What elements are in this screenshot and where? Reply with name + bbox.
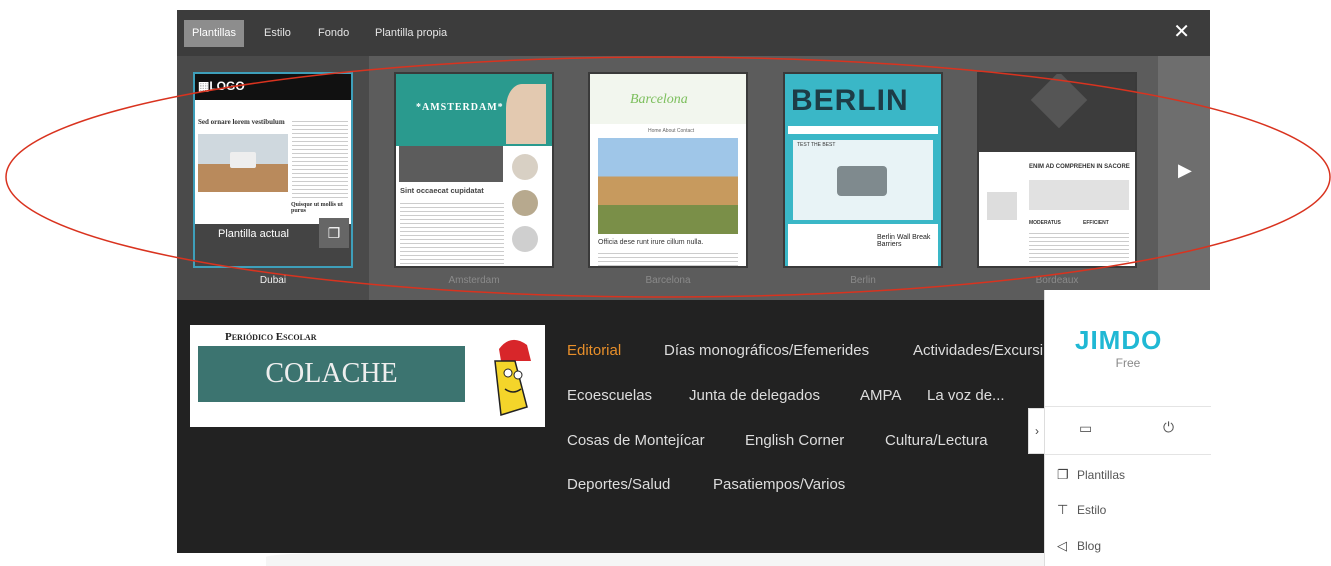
site-logo[interactable]: Periódico Escolar COLACHE [190,325,545,427]
berlin-nav [788,126,938,134]
dubai-sidebar-text [292,118,348,198]
nav-editorial[interactable]: Editorial [567,342,621,359]
bordeaux-col1: MODERATUS [1029,220,1061,226]
plan-label: Free [1115,356,1141,370]
template-thumb-barcelona[interactable]: Barcelona Home About Contact Officia des… [588,72,748,268]
amsterdam-circle-2 [512,190,538,216]
template-name-bordeaux: Bordeaux [1035,275,1079,286]
nav-pasatiempos[interactable]: Pasatiempos/Varios [713,476,845,493]
berlin-tag: TEST THE BEST [797,142,836,148]
template-name-dubai: Dubai [259,275,287,286]
template-name-barcelona: Barcelona [645,275,691,286]
logo-subtitle: Periódico Escolar [225,331,317,343]
berlin-photo [793,140,933,220]
close-icon[interactable]: ✕ [1173,22,1190,42]
panel-divider [1045,406,1211,407]
barcelona-caption: Officia dese runt irure cillum nulla. [598,239,704,246]
nav-cosas-montejicar[interactable]: Cosas de Montejícar [567,432,705,449]
current-template-label: Plantilla actual [218,228,289,240]
tab-plantilla-propia[interactable]: Plantilla propia [367,20,455,47]
barcelona-logo: Barcelona [630,92,688,107]
amsterdam-circle-3 [512,226,538,252]
mascot-image [494,339,531,416]
nav-deportes-salud[interactable]: Deportes/Salud [567,476,670,493]
nav-ecoescuelas[interactable]: Ecoescuelas [567,387,652,404]
panel-divider [1045,454,1211,455]
jimdo-side-panel: JIMDO Free ▭ ⏻ ❐ Plantillas ⊤ Estilo ◁ Blog [1044,290,1211,566]
tab-estilo[interactable]: Estilo [256,20,299,47]
nav-dias-monograficos[interactable]: Días monográficos/Efemerides [664,342,869,359]
carousel-next[interactable]: ▶ [1158,56,1210,300]
nav-la-voz-de[interactable]: La voz de... [927,387,1005,404]
template-name-berlin: Berlin [850,275,876,286]
bordeaux-heading: ENIM AD COMPREHEN IN SACORE [1029,164,1130,170]
dubai-photo [198,134,288,192]
amsterdam-photo [399,146,503,182]
megaphone-icon: ◁ [1057,538,1067,553]
panel-item-label: Blog [1077,539,1102,553]
editor-topbar: Plantillas Estilo Fondo Plantilla propia… [177,10,1210,56]
template-carousel: ▦LOGO Sed ornare lorem vestibulum Quisqu… [177,56,1210,300]
bordeaux-side-photo [987,192,1017,220]
amsterdam-circle-1 [512,154,538,180]
dubai-subheading: Quisque ut mollis ut purus [291,202,343,214]
brush-icon: ⊤ [1057,502,1069,517]
template-thumb-amsterdam[interactable]: *AMSTERDAM* Sint occaecat cupidatat [394,72,554,268]
amsterdam-heading: Sint occaecat cupidatat [400,186,484,195]
logo-title: COLACHE [265,358,398,389]
panel-item-estilo[interactable]: ⊤ Estilo [1057,502,1106,518]
barcelona-text [598,250,738,266]
nav-english-corner[interactable]: English Corner [745,432,844,449]
monitor-icon[interactable]: ▭ [1079,420,1092,437]
bordeaux-text [1029,230,1129,264]
tab-plantillas[interactable]: Plantillas [184,20,245,47]
panel-item-plantillas[interactable]: ❐ Plantillas [1057,467,1125,483]
power-icon[interactable]: ⏻ [1163,419,1174,436]
template-thumb-berlin[interactable]: BERLIN TEST THE BEST Berlin Wall Break B… [783,72,943,268]
nav-ampa[interactable]: AMPA [860,387,901,404]
templates-icon: ❐ [1057,467,1069,482]
nav-actividades[interactable]: Actividades/Excursi [913,342,1043,359]
panel-item-label: Estilo [1077,503,1107,517]
bordeaux-col2: EFFICIENT [1083,220,1109,226]
panel-item-label: Plantillas [1077,468,1126,482]
chevron-right-icon: ▶ [1178,160,1192,180]
berlin-caption: Berlin Wall Break Barriers [877,234,931,248]
berlin-logo: BERLIN [791,84,909,117]
dubai-logo: ▦LOGO [198,79,245,93]
nav-junta-delegados[interactable]: Junta de delegados [689,387,820,404]
nav-cultura-lectura[interactable]: Cultura/Lectura [885,432,988,449]
panel-item-blog[interactable]: ◁ Blog [1057,538,1101,554]
panel-collapse-toggle[interactable]: › [1028,408,1045,454]
barcelona-menu: Home About Contact [648,128,695,134]
dubai-heading: Sed ornare lorem vestibulum [198,118,285,126]
templates-icon[interactable]: ❐ [319,218,349,248]
template-thumb-dubai[interactable]: ▦LOGO Sed ornare lorem vestibulum Quisqu… [193,72,353,268]
bordeaux-photo [1029,180,1129,210]
template-thumb-bordeaux[interactable]: ENIM AD COMPREHEN IN SACORE MODERATUS EF… [977,72,1137,268]
amsterdam-logo: *AMSTERDAM* [416,102,504,113]
jimdo-logo[interactable]: JIMDO [1075,325,1162,356]
bordeaux-hero [979,74,1135,152]
amsterdam-text [400,200,504,266]
tab-fondo[interactable]: Fondo [310,20,357,47]
template-name-amsterdam: Amsterdam [448,275,500,286]
barcelona-photo [598,138,738,234]
